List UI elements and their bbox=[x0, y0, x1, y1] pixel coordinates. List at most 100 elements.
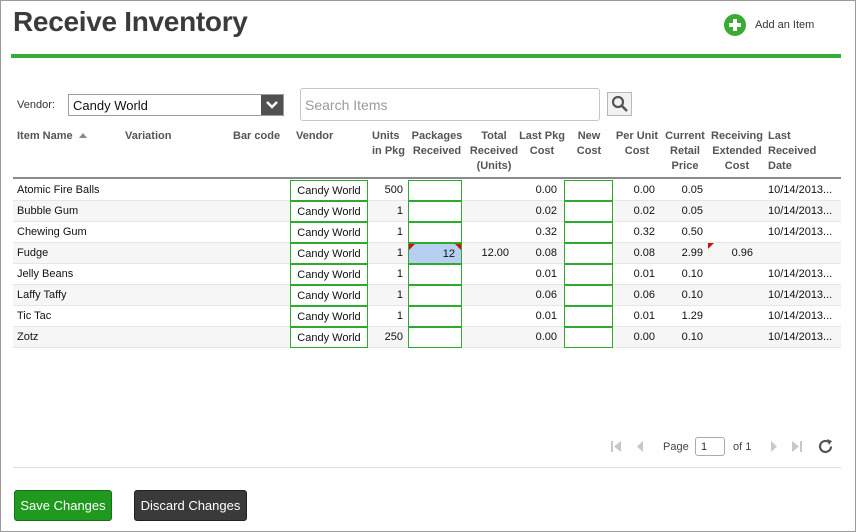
table-row[interactable]: Fudge Candy World 1 12 12.00 0.08 0.08 2… bbox=[13, 243, 841, 264]
column-header-last-received-date[interactable]: Last Received Date bbox=[768, 129, 828, 174]
vendor-label: Vendor: bbox=[17, 99, 55, 111]
last-page-icon[interactable] bbox=[791, 440, 803, 456]
add-item-label[interactable]: Add an Item bbox=[755, 19, 814, 31]
total-received-cell bbox=[463, 264, 509, 285]
previous-page-icon[interactable] bbox=[636, 440, 644, 456]
sort-ascending-icon[interactable] bbox=[78, 133, 87, 138]
packages-received-input[interactable] bbox=[408, 180, 462, 201]
total-received-cell bbox=[463, 201, 509, 222]
refresh-icon[interactable] bbox=[817, 438, 834, 458]
per-unit-cost-cell: 0.01 bbox=[633, 268, 655, 280]
item-name-cell: Atomic Fire Balls bbox=[17, 184, 100, 196]
plus-circle-icon[interactable] bbox=[724, 14, 746, 36]
retail-price-cell: 0.10 bbox=[681, 289, 703, 301]
last-pkg-cost-cell: 0.00 bbox=[535, 184, 557, 196]
new-cost-input[interactable] bbox=[564, 327, 613, 348]
new-cost-input[interactable] bbox=[564, 201, 613, 222]
per-unit-cost-cell: 0.08 bbox=[633, 247, 655, 259]
extended-cost-cell bbox=[703, 306, 756, 327]
vendor-cell[interactable]: Candy World bbox=[290, 306, 368, 327]
table-header: Item Name Variation Bar code Vendor Unit… bbox=[13, 129, 841, 179]
retail-price-cell: 0.05 bbox=[681, 184, 703, 196]
new-cost-input[interactable] bbox=[564, 243, 613, 264]
vendor-cell[interactable]: Candy World bbox=[290, 180, 368, 201]
table-row[interactable]: Laffy Taffy Candy World 1 0.06 0.06 0.10… bbox=[13, 285, 841, 306]
item-name-cell: Fudge bbox=[17, 247, 49, 259]
packages-received-input[interactable] bbox=[408, 285, 462, 306]
column-header-per-unit-cost[interactable]: Per Unit Cost bbox=[613, 129, 661, 159]
units-cell: 500 bbox=[384, 184, 403, 196]
total-received-cell bbox=[463, 285, 509, 306]
vendor-cell[interactable]: Candy World bbox=[290, 222, 368, 243]
column-header-barcode[interactable]: Bar code bbox=[233, 129, 280, 144]
table-row[interactable]: Bubble Gum Candy World 1 0.02 0.02 0.05 … bbox=[13, 201, 841, 222]
vendor-select[interactable]: Candy World bbox=[68, 94, 284, 116]
changed-marker bbox=[409, 244, 415, 250]
packages-received-input-active[interactable]: 12 bbox=[408, 243, 462, 264]
units-cell: 250 bbox=[384, 331, 403, 343]
item-name-cell: Tic Tac bbox=[17, 310, 52, 322]
next-page-icon[interactable] bbox=[770, 440, 778, 456]
table-row[interactable]: Tic Tac Candy World 1 0.01 0.01 1.29 10/… bbox=[13, 306, 841, 327]
table-row[interactable]: Atomic Fire Balls Candy World 500 0.00 0… bbox=[13, 180, 841, 201]
per-unit-cost-cell: 0.32 bbox=[633, 226, 655, 238]
search-button[interactable] bbox=[607, 92, 632, 116]
column-header-last-pkg-cost[interactable]: Last Pkg Cost bbox=[519, 129, 565, 159]
column-header-item-name-label[interactable]: Item Name bbox=[17, 130, 73, 142]
extended-cost-cell bbox=[703, 201, 756, 222]
last-pkg-cost-cell: 0.02 bbox=[535, 205, 557, 217]
vendor-cell[interactable]: Candy World bbox=[290, 264, 368, 285]
column-header-current-retail-price[interactable]: Current Retail Price bbox=[662, 129, 708, 174]
column-header-packages-received[interactable]: Packages Received bbox=[409, 129, 465, 159]
retail-price-cell: 0.05 bbox=[681, 205, 703, 217]
packages-received-input[interactable] bbox=[408, 264, 462, 285]
column-header-vendor[interactable]: Vendor bbox=[296, 129, 333, 144]
last-received-date-cell: 10/14/2013... bbox=[768, 331, 833, 343]
first-page-icon[interactable] bbox=[610, 440, 622, 456]
column-header-units-in-pkg[interactable]: Units in Pkg bbox=[372, 129, 408, 159]
column-header-variation[interactable]: Variation bbox=[125, 129, 171, 144]
add-item-button[interactable]: Add an Item bbox=[724, 13, 814, 37]
per-unit-cost-cell: 0.06 bbox=[633, 289, 655, 301]
column-header-item-name[interactable]: Item Name bbox=[17, 129, 87, 144]
table-row[interactable]: Zotz Candy World 250 0.00 0.00 0.10 10/1… bbox=[13, 327, 841, 348]
chevron-down-icon[interactable] bbox=[261, 95, 283, 115]
last-received-date-cell: 10/14/2013... bbox=[768, 205, 833, 217]
new-cost-input[interactable] bbox=[564, 285, 613, 306]
new-cost-input[interactable] bbox=[564, 306, 613, 327]
vendor-cell[interactable]: Candy World bbox=[290, 285, 368, 306]
new-cost-input[interactable] bbox=[564, 180, 613, 201]
vendor-cell[interactable]: Candy World bbox=[290, 201, 368, 222]
page-number-input[interactable] bbox=[695, 437, 725, 456]
last-pkg-cost-cell: 0.32 bbox=[535, 226, 557, 238]
save-changes-button[interactable]: Save Changes bbox=[14, 490, 112, 521]
footer-divider bbox=[13, 467, 841, 468]
per-unit-cost-cell: 0.00 bbox=[633, 331, 655, 343]
column-header-receiving-extended-cost[interactable]: Receiving Extended Cost bbox=[711, 129, 763, 174]
last-pkg-cost-cell: 0.01 bbox=[535, 268, 557, 280]
packages-received-input[interactable] bbox=[408, 201, 462, 222]
extended-cost-cell bbox=[703, 285, 756, 306]
discard-changes-button[interactable]: Discard Changes bbox=[134, 490, 247, 521]
units-cell: 1 bbox=[396, 226, 403, 238]
last-pkg-cost-cell: 0.06 bbox=[535, 289, 557, 301]
packages-received-value[interactable]: 12 bbox=[443, 248, 455, 260]
vendor-select-value[interactable]: Candy World bbox=[73, 98, 148, 113]
search-input[interactable] bbox=[300, 88, 600, 121]
packages-received-input[interactable] bbox=[408, 327, 462, 348]
total-received-cell bbox=[463, 306, 509, 327]
last-received-date-cell: 10/14/2013... bbox=[768, 289, 833, 301]
item-name-cell: Zotz bbox=[17, 331, 39, 343]
column-header-new-cost[interactable]: New Cost bbox=[565, 129, 613, 159]
vendor-cell[interactable]: Candy World bbox=[290, 243, 368, 264]
column-header-total-received[interactable]: Total Received (Units) bbox=[466, 129, 522, 174]
new-cost-input[interactable] bbox=[564, 264, 613, 285]
packages-received-input[interactable] bbox=[408, 306, 462, 327]
packages-received-input[interactable] bbox=[408, 222, 462, 243]
table-row[interactable]: Chewing Gum Candy World 1 0.32 0.32 0.50… bbox=[13, 222, 841, 243]
new-cost-input[interactable] bbox=[564, 222, 613, 243]
pagination: Page of 1 bbox=[610, 436, 840, 458]
retail-price-cell: 0.10 bbox=[681, 268, 703, 280]
table-row[interactable]: Jelly Beans Candy World 1 0.01 0.01 0.10… bbox=[13, 264, 841, 285]
vendor-cell[interactable]: Candy World bbox=[290, 327, 368, 348]
